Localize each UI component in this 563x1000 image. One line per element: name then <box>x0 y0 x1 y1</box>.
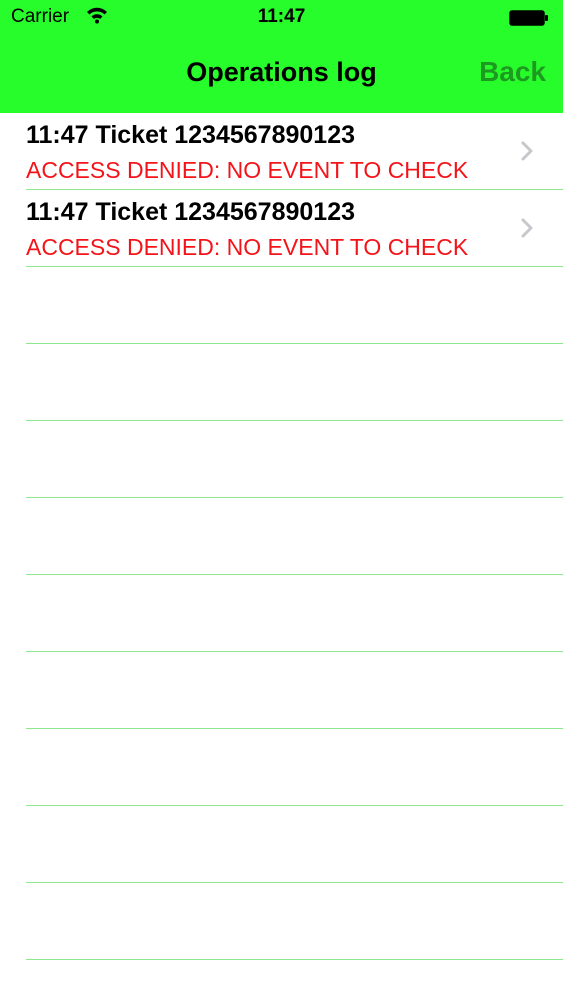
chevron-right-icon <box>521 218 533 238</box>
battery-icon <box>509 10 548 26</box>
log-entry-status: ACCESS DENIED: NO EVENT TO CHECK <box>26 157 469 183</box>
empty-row <box>0 498 563 575</box>
empty-row <box>0 652 563 729</box>
log-entry-row[interactable]: 11:47 Ticket 1234567890123 ACCESS DENIED… <box>0 190 563 267</box>
empty-row <box>0 806 563 883</box>
chevron-right-icon <box>521 141 533 161</box>
empty-row <box>0 421 563 498</box>
log-entry-status: ACCESS DENIED: NO EVENT TO CHECK <box>26 234 469 260</box>
operations-log-list: 11:47 Ticket 1234567890123 ACCESS DENIED… <box>0 113 563 960</box>
empty-row <box>0 344 563 421</box>
empty-row <box>0 575 563 652</box>
log-entry-title: 11:47 Ticket 1234567890123 <box>26 121 356 149</box>
log-entry-row[interactable]: 11:47 Ticket 1234567890123 ACCESS DENIED… <box>0 113 563 190</box>
status-time: 11:47 <box>257 6 306 27</box>
status-bar: Carrier 11:47 <box>0 0 563 38</box>
back-button[interactable]: Back <box>479 56 546 88</box>
empty-row <box>0 267 563 344</box>
empty-row <box>0 883 563 960</box>
navigation-bar: Carrier 11:47 Operations log Back <box>0 0 563 113</box>
log-entry-title: 11:47 Ticket 1234567890123 <box>26 198 356 226</box>
empty-row <box>0 729 563 806</box>
